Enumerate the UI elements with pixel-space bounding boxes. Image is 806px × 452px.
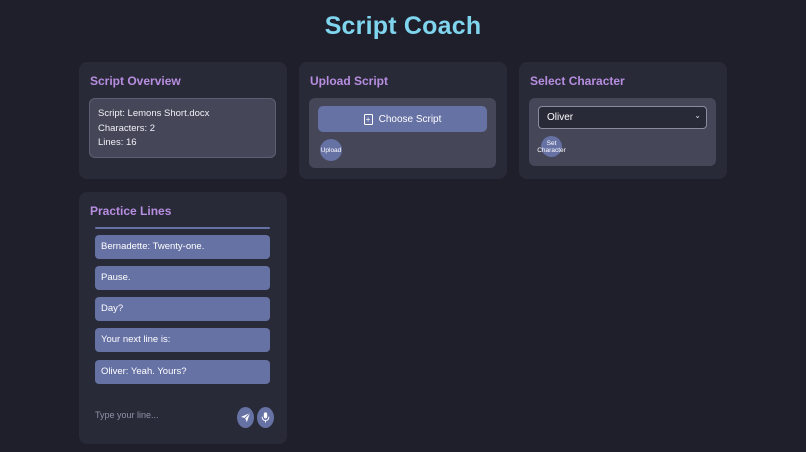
character-select-value: Oliver <box>547 112 574 123</box>
choose-script-label: Choose Script <box>378 113 442 125</box>
upload-script-title: Upload Script <box>310 74 389 88</box>
practice-lines-card: Practice Lines Bernadette: Twenty-one. P… <box>79 192 287 444</box>
choose-script-button[interactable]: Choose Script <box>318 106 487 132</box>
practice-lines-title: Practice Lines <box>90 204 172 218</box>
message-bubble: Bernadette: Twenty-one. <box>95 235 270 259</box>
line-input[interactable] <box>95 407 235 423</box>
script-overview-title: Script Overview <box>90 74 181 88</box>
character-select[interactable]: Oliver ⌄ <box>538 106 707 129</box>
script-overview-card: Script Overview Script: Lemons Short.doc… <box>79 62 287 179</box>
message-list-divider <box>95 227 270 229</box>
upload-box: Choose Script Upload <box>309 98 496 168</box>
chevron-down-icon: ⌄ <box>694 111 701 120</box>
file-plus-icon <box>363 113 373 125</box>
character-count: Characters: 2 <box>98 122 156 134</box>
message-bubble: Day? <box>95 297 270 321</box>
select-character-card: Select Character Oliver ⌄ Set Character <box>519 62 727 179</box>
select-character-title: Select Character <box>530 74 625 88</box>
microphone-button[interactable] <box>257 407 274 428</box>
send-icon <box>240 412 251 423</box>
message-bubble: Oliver: Yeah. Yours? <box>95 360 270 384</box>
message-bubble: Pause. <box>95 266 270 290</box>
set-character-button[interactable]: Set Character <box>537 136 566 157</box>
script-overview-box: Script: Lemons Short.docx Characters: 2 … <box>89 98 276 158</box>
message-bubble: Your next line is: <box>95 328 270 352</box>
line-count: Lines: 16 <box>98 137 137 148</box>
upload-button[interactable]: Upload <box>320 139 342 161</box>
select-box: Oliver ⌄ Set Character <box>529 98 716 166</box>
microphone-icon <box>261 412 270 423</box>
app-title: Script Coach <box>324 12 482 40</box>
send-button[interactable] <box>237 407 254 428</box>
script-name: Script: Lemons Short.docx <box>98 108 210 119</box>
upload-script-card: Upload Script Choose Script Upload <box>299 62 507 179</box>
